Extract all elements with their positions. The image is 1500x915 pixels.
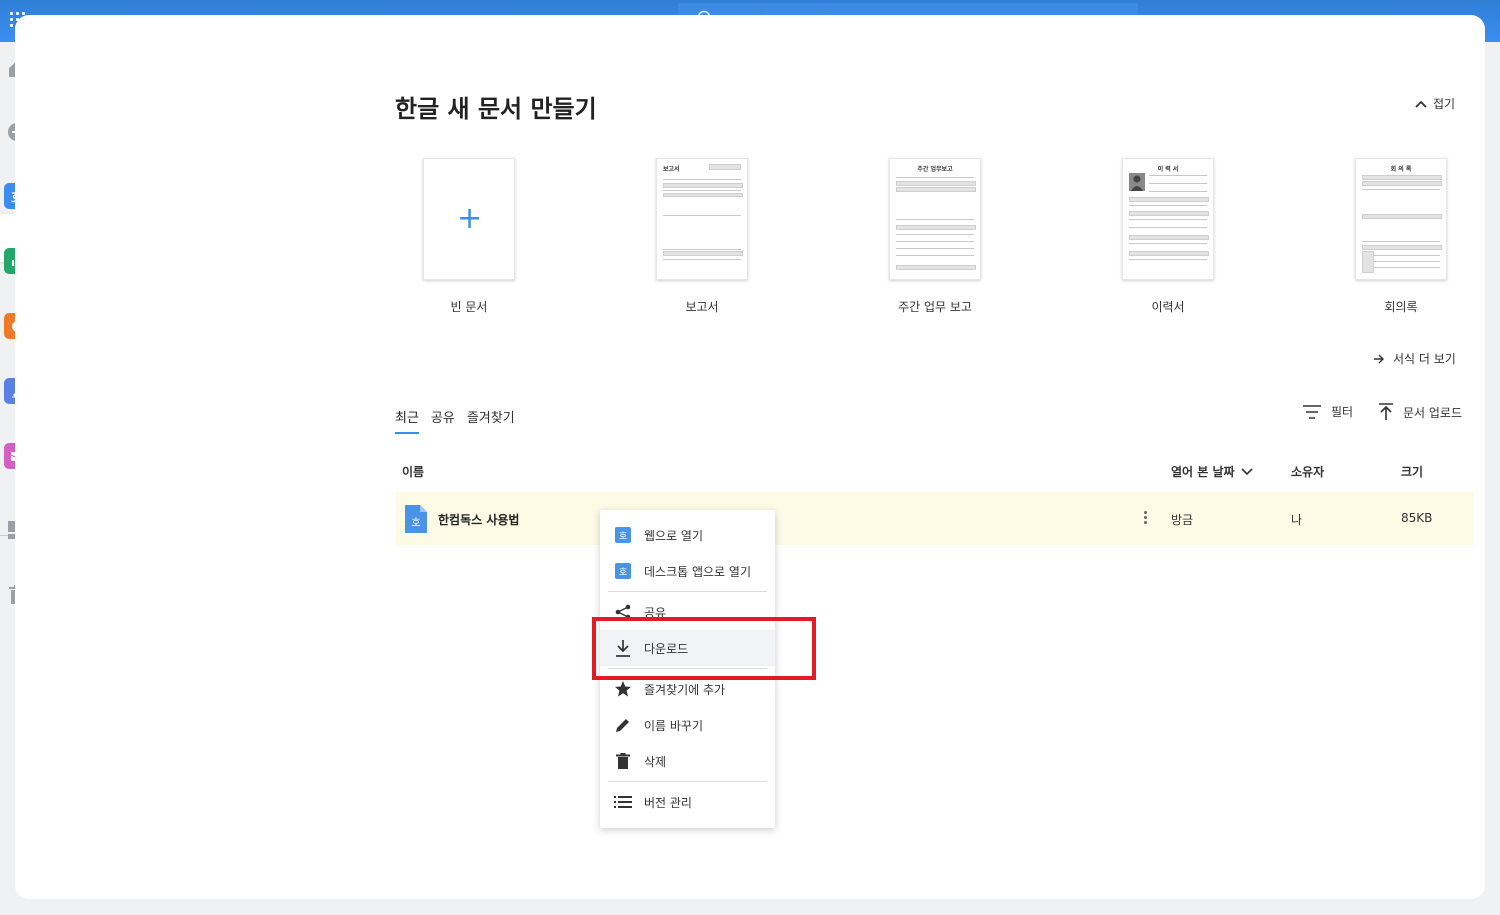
tab-shared[interactable]: 공유	[431, 407, 455, 434]
template-thumbnail: +	[423, 158, 515, 280]
arrow-right-icon	[1374, 354, 1384, 363]
table-row[interactable]: 호 한컴독스 사용법 방금 나 85KB	[396, 492, 1474, 545]
upload-icon	[1379, 403, 1393, 420]
file-tabs: 최근 공유 즐겨찾기	[395, 407, 515, 434]
highlight-annotation-box	[592, 617, 816, 680]
template-label: 빈 문서	[450, 300, 488, 314]
template-weekly-report[interactable]: 주간 업무보고 주간 업무 보고	[889, 158, 981, 315]
template-label: 이력서	[1151, 300, 1185, 314]
file-owner: 나	[1291, 513, 1303, 527]
template-label: 회의록	[1384, 300, 1418, 314]
template-report[interactable]: 보고서 보고서	[656, 158, 748, 315]
column-header-opened[interactable]: 열어 본 날짜	[1171, 463, 1253, 480]
star-icon	[614, 680, 632, 698]
fold-button[interactable]: 접기	[1415, 95, 1455, 112]
menu-item-open-web[interactable]: 호 웹으로 열기	[600, 517, 775, 553]
more-templates-link[interactable]: 서식 더 보기	[1373, 350, 1456, 367]
pencil-icon	[614, 716, 632, 734]
column-header-name[interactable]: 이름	[402, 463, 424, 480]
chevron-down-icon	[1240, 467, 1253, 475]
template-thumbnail: 주간 업무보고	[889, 158, 981, 280]
menu-item-version[interactable]: 버전 관리	[600, 784, 775, 820]
template-blank[interactable]: + 빈 문서	[423, 158, 515, 315]
tab-recent[interactable]: 최근	[395, 407, 419, 434]
template-label: 주간 업무 보고	[898, 300, 972, 314]
template-minutes[interactable]: 회 의 록 회의록	[1355, 158, 1447, 315]
hangul-app-icon: 호	[614, 526, 632, 544]
file-name[interactable]: 한컴독스 사용법	[438, 511, 519, 528]
hangul-app-icon: 호	[614, 562, 632, 580]
menu-item-delete[interactable]: 삭제	[600, 743, 775, 779]
template-thumbnail: 이 력 서	[1122, 158, 1214, 280]
file-size: 85KB	[1401, 511, 1433, 525]
template-thumbnail: 회 의 록	[1355, 158, 1447, 280]
menu-divider	[608, 781, 767, 782]
menu-divider	[608, 591, 767, 592]
column-header-size[interactable]: 크기	[1401, 463, 1423, 480]
list-icon	[614, 793, 632, 811]
menu-item-rename[interactable]: 이름 바꾸기	[600, 707, 775, 743]
column-header-owner[interactable]: 소유자	[1291, 463, 1324, 480]
trash-icon	[614, 752, 632, 770]
template-resume[interactable]: 이 력 서 이력서	[1122, 158, 1214, 315]
tab-favorites[interactable]: 즐겨찾기	[467, 407, 515, 434]
svg-text:호: 호	[411, 517, 420, 529]
file-opened: 방금	[1171, 513, 1194, 527]
template-label: 보고서	[685, 300, 719, 314]
upload-button[interactable]: 문서 업로드	[1379, 403, 1462, 421]
filter-icon	[1303, 404, 1321, 419]
filter-button[interactable]: 필터	[1303, 403, 1353, 420]
page-title: 한글 새 문서 만들기	[395, 95, 597, 123]
more-options-icon[interactable]	[1144, 511, 1148, 526]
template-thumbnail: 보고서	[656, 158, 748, 280]
plus-icon: +	[457, 201, 483, 236]
menu-item-open-desktop[interactable]: 호 데스크톱 앱으로 열기	[600, 553, 775, 589]
chevron-up-icon	[1415, 100, 1427, 108]
person-icon	[1129, 173, 1145, 191]
hangul-file-icon: 호	[405, 505, 427, 533]
